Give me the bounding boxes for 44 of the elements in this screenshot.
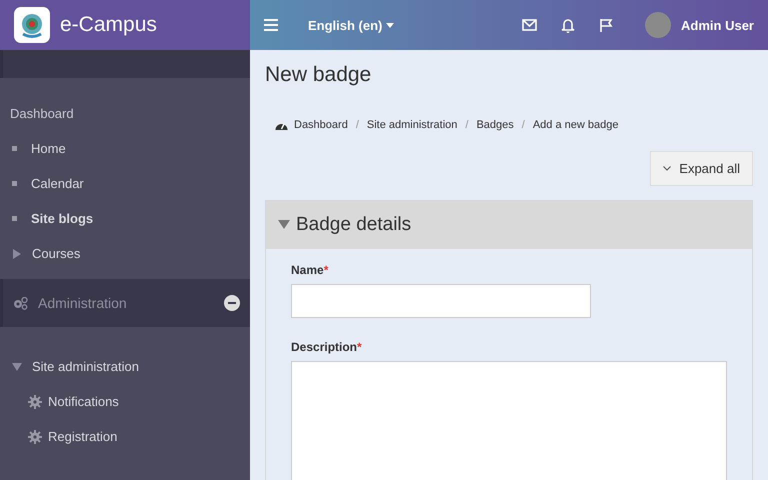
breadcrumb-link[interactable]: Dashboard — [294, 119, 348, 131]
collapse-icon[interactable] — [224, 295, 240, 311]
block-title: Administration — [38, 295, 128, 311]
flag-icon[interactable] — [599, 18, 614, 32]
breadcrumb-link[interactable]: Badges — [476, 119, 514, 131]
expanded-triangle-icon[interactable] — [12, 362, 22, 372]
nav-heading[interactable]: Dashboard — [10, 106, 74, 121]
section-header[interactable]: Badge details — [266, 201, 752, 249]
nav-link[interactable]: Site administration — [32, 359, 139, 374]
breadcrumb-current[interactable]: Add a new badge — [532, 119, 618, 131]
field-label: Description — [291, 340, 358, 354]
language-menu[interactable]: English (en) — [308, 18, 394, 32]
required-mark: * — [357, 340, 362, 354]
breadcrumb-link[interactable]: Site administration — [366, 119, 458, 131]
required-mark: * — [324, 263, 328, 277]
nav-link[interactable]: Courses — [32, 246, 80, 261]
nav-link[interactable]: Notifications — [48, 394, 119, 409]
gears-icon — [13, 296, 28, 310]
bullet-icon — [12, 146, 17, 151]
nav-link[interactable]: Home — [31, 141, 66, 156]
gear-icon — [28, 394, 42, 408]
gear-icon — [28, 430, 42, 444]
nav-link[interactable]: Site blogs — [31, 211, 94, 226]
site-name[interactable]: e-Campus — [60, 13, 157, 37]
bell-icon[interactable] — [561, 18, 576, 32]
breadcrumb-separator: / — [356, 119, 359, 131]
bullet-icon — [12, 216, 17, 221]
page-title: New badge — [265, 63, 372, 87]
breadcrumb-separator: / — [522, 119, 525, 131]
breadcrumb-separator: / — [465, 119, 468, 131]
menu-icon[interactable] — [264, 19, 278, 31]
user-name[interactable]: Admin User — [681, 18, 754, 32]
collapsed-triangle-icon[interactable] — [12, 248, 22, 258]
nav-link[interactable]: Calendar — [31, 176, 84, 191]
mail-icon[interactable] — [522, 19, 538, 31]
caret-icon — [386, 22, 394, 28]
section-title: Badge details — [296, 214, 412, 236]
logo-icon — [14, 7, 50, 43]
expand-all-button[interactable]: Expand all — [650, 151, 753, 186]
field-label: Name — [291, 263, 324, 277]
name-input-field[interactable] — [291, 284, 591, 318]
nav-link[interactable]: Registration — [48, 429, 118, 444]
chevron-icon — [663, 166, 672, 171]
bullet-icon — [12, 181, 17, 186]
